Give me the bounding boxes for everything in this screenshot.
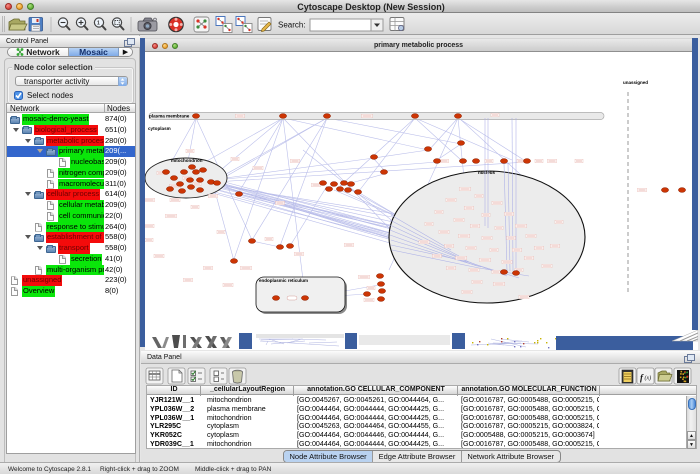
svg-text:mitochondrion: mitochondrion: [171, 158, 203, 163]
svg-text:(x): (x): [645, 375, 652, 382]
svg-text:Search:: Search:: [278, 21, 306, 30]
svg-text:nucleus: nucleus: [478, 170, 496, 175]
svg-text:cytoplasm: cytoplasm: [148, 126, 171, 131]
svg-text:endoplasmic reticulum: endoplasmic reticulum: [259, 278, 308, 283]
svg-text:1: 1: [97, 21, 100, 27]
svg-text:plasma membrane: plasma membrane: [149, 114, 190, 119]
svg-text:unassigned: unassigned: [623, 80, 648, 85]
